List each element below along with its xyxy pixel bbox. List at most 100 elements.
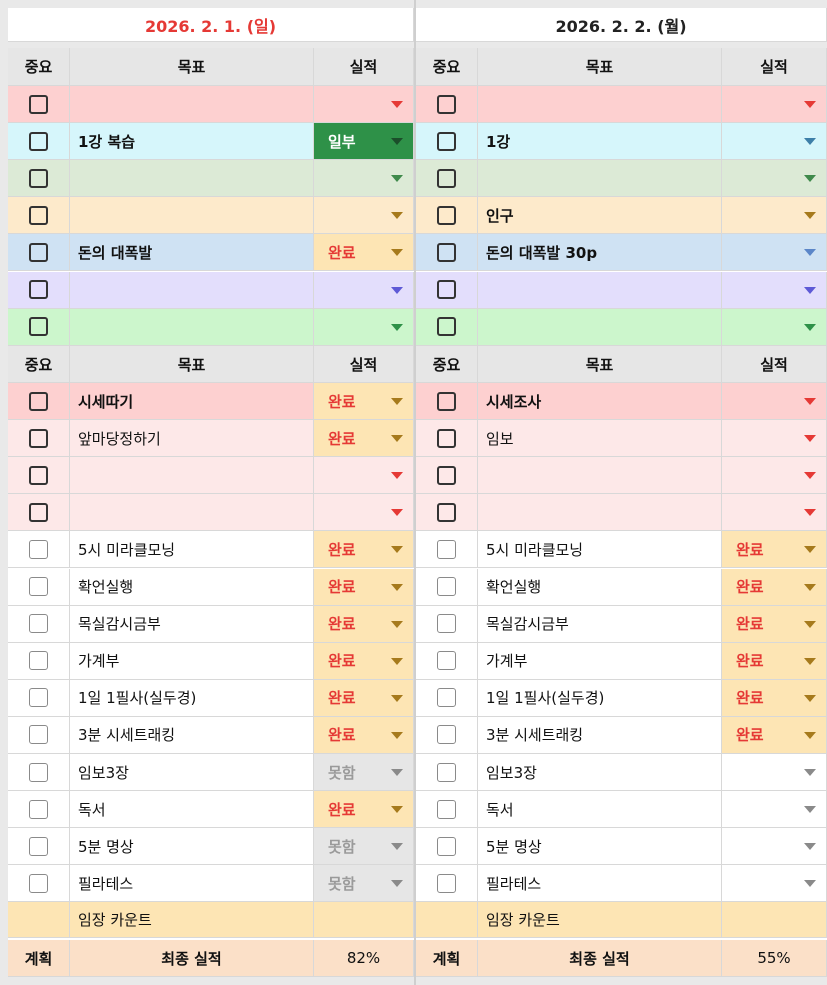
dropdown-arrow-icon[interactable] bbox=[804, 806, 816, 814]
importance-cell[interactable] bbox=[8, 531, 70, 569]
importance-cell[interactable] bbox=[8, 716, 70, 754]
importance-cell[interactable] bbox=[8, 568, 70, 606]
result-dropdown[interactable]: 완료 bbox=[314, 605, 414, 643]
result-dropdown[interactable]: 완료 bbox=[722, 531, 827, 569]
importance-checkbox[interactable] bbox=[29, 242, 48, 262]
result-dropdown[interactable] bbox=[722, 234, 827, 272]
importance-checkbox[interactable] bbox=[437, 577, 456, 597]
importance-checkbox[interactable] bbox=[29, 94, 48, 114]
result-dropdown[interactable] bbox=[722, 197, 827, 235]
result-dropdown[interactable]: 완료 bbox=[314, 716, 414, 754]
dropdown-arrow-icon[interactable] bbox=[804, 249, 816, 257]
importance-cell[interactable] bbox=[8, 754, 70, 792]
goal-cell[interactable] bbox=[70, 160, 314, 198]
goal-cell[interactable] bbox=[70, 271, 314, 309]
goal-cell[interactable]: 임보3장 bbox=[478, 754, 722, 792]
importance-cell[interactable] bbox=[416, 197, 478, 235]
importance-checkbox[interactable] bbox=[29, 577, 48, 597]
importance-checkbox[interactable] bbox=[29, 131, 48, 151]
importance-checkbox[interactable] bbox=[437, 391, 456, 411]
importance-cell[interactable] bbox=[8, 828, 70, 866]
importance-checkbox[interactable] bbox=[29, 762, 48, 782]
goal-cell[interactable]: 앞마당정하기 bbox=[70, 420, 314, 458]
importance-checkbox[interactable] bbox=[29, 280, 48, 300]
goal-cell[interactable] bbox=[478, 271, 722, 309]
dropdown-arrow-icon[interactable] bbox=[804, 435, 816, 443]
dropdown-arrow-icon[interactable] bbox=[391, 769, 403, 777]
importance-cell[interactable] bbox=[8, 494, 70, 532]
importance-cell[interactable] bbox=[416, 457, 478, 495]
dropdown-arrow-icon[interactable] bbox=[391, 472, 403, 480]
result-dropdown[interactable] bbox=[722, 308, 827, 346]
importance-checkbox[interactable] bbox=[437, 688, 456, 708]
importance-checkbox[interactable] bbox=[29, 651, 48, 671]
importance-cell[interactable] bbox=[8, 457, 70, 495]
importance-checkbox[interactable] bbox=[29, 428, 48, 448]
importance-cell[interactable] bbox=[8, 791, 70, 829]
result-dropdown[interactable] bbox=[722, 123, 827, 161]
importance-checkbox[interactable] bbox=[29, 317, 48, 337]
importance-checkbox[interactable] bbox=[29, 539, 48, 559]
dropdown-arrow-icon[interactable] bbox=[804, 323, 816, 331]
result-dropdown[interactable]: 완료 bbox=[722, 642, 827, 680]
counter-value-cell[interactable] bbox=[314, 902, 414, 938]
dropdown-arrow-icon[interactable] bbox=[391, 657, 403, 665]
dropdown-arrow-icon[interactable] bbox=[804, 101, 816, 109]
dropdown-arrow-icon[interactable] bbox=[391, 286, 403, 294]
result-dropdown[interactable] bbox=[722, 420, 827, 458]
importance-cell[interactable] bbox=[416, 494, 478, 532]
importance-cell[interactable] bbox=[416, 716, 478, 754]
result-dropdown[interactable] bbox=[722, 865, 827, 903]
importance-cell[interactable] bbox=[416, 568, 478, 606]
goal-cell[interactable]: 가계부 bbox=[70, 642, 314, 680]
goal-cell[interactable]: 돈의 대폭발 30p bbox=[478, 234, 722, 272]
goal-cell[interactable]: 독서 bbox=[70, 791, 314, 829]
result-dropdown[interactable]: 완료 bbox=[314, 791, 414, 829]
importance-cell[interactable] bbox=[416, 271, 478, 309]
importance-cell[interactable] bbox=[8, 642, 70, 680]
goal-cell[interactable] bbox=[478, 86, 722, 124]
result-dropdown[interactable]: 완료 bbox=[314, 234, 414, 272]
dropdown-arrow-icon[interactable] bbox=[804, 212, 816, 220]
goal-cell[interactable] bbox=[70, 457, 314, 495]
importance-cell[interactable] bbox=[416, 86, 478, 124]
importance-cell[interactable] bbox=[416, 679, 478, 717]
result-dropdown[interactable] bbox=[722, 457, 827, 495]
goal-cell[interactable]: 5시 미라클모닝 bbox=[478, 531, 722, 569]
dropdown-arrow-icon[interactable] bbox=[804, 843, 816, 851]
dropdown-arrow-icon[interactable] bbox=[804, 546, 816, 554]
result-dropdown[interactable]: 완료 bbox=[722, 568, 827, 606]
dropdown-arrow-icon[interactable] bbox=[804, 583, 816, 591]
result-dropdown[interactable]: 완료 bbox=[314, 531, 414, 569]
result-dropdown[interactable]: 일부 bbox=[314, 123, 414, 161]
goal-cell[interactable]: 임보3장 bbox=[70, 754, 314, 792]
importance-cell[interactable] bbox=[8, 420, 70, 458]
result-dropdown[interactable]: 완료 bbox=[314, 568, 414, 606]
result-dropdown[interactable] bbox=[314, 160, 414, 198]
dropdown-arrow-icon[interactable] bbox=[804, 731, 816, 739]
result-dropdown[interactable] bbox=[722, 494, 827, 532]
dropdown-arrow-icon[interactable] bbox=[391, 620, 403, 628]
importance-cell[interactable] bbox=[8, 383, 70, 421]
dropdown-arrow-icon[interactable] bbox=[391, 101, 403, 109]
importance-checkbox[interactable] bbox=[437, 725, 456, 745]
importance-checkbox[interactable] bbox=[437, 873, 456, 893]
goal-cell[interactable]: 시세따기 bbox=[70, 383, 314, 421]
importance-checkbox[interactable] bbox=[29, 391, 48, 411]
result-dropdown[interactable] bbox=[722, 383, 827, 421]
goal-cell[interactable]: 1일 1필사(실두경) bbox=[70, 679, 314, 717]
dropdown-arrow-icon[interactable] bbox=[391, 509, 403, 517]
result-dropdown[interactable]: 완료 bbox=[314, 383, 414, 421]
dropdown-arrow-icon[interactable] bbox=[391, 435, 403, 443]
importance-cell[interactable] bbox=[416, 865, 478, 903]
importance-cell[interactable] bbox=[8, 605, 70, 643]
goal-cell[interactable]: 필라테스 bbox=[70, 865, 314, 903]
dropdown-arrow-icon[interactable] bbox=[804, 880, 816, 888]
goal-cell[interactable]: 필라테스 bbox=[478, 865, 722, 903]
result-dropdown[interactable]: 완료 bbox=[314, 420, 414, 458]
importance-cell[interactable] bbox=[8, 160, 70, 198]
result-dropdown[interactable] bbox=[314, 86, 414, 124]
goal-cell[interactable]: 시세조사 bbox=[478, 383, 722, 421]
importance-cell[interactable] bbox=[8, 86, 70, 124]
importance-checkbox[interactable] bbox=[437, 428, 456, 448]
